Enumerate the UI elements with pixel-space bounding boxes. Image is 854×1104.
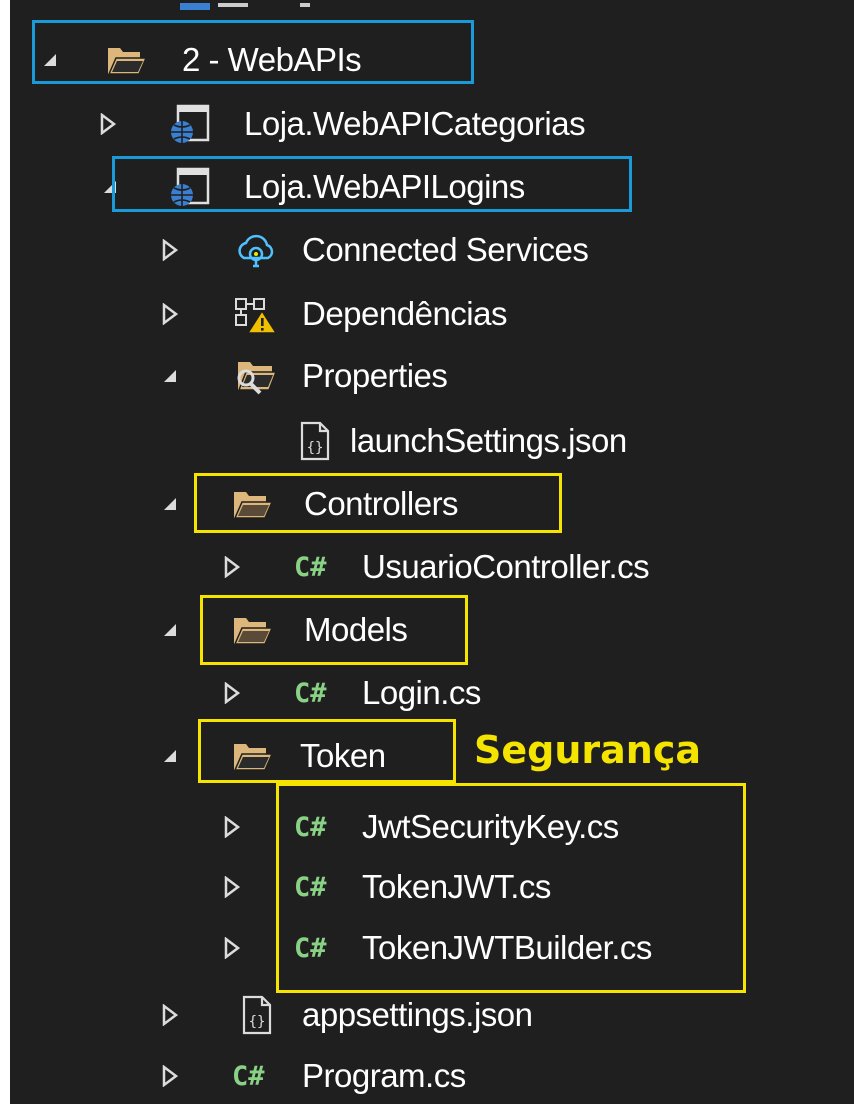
highlight-box-controllers xyxy=(194,473,562,533)
json-file-icon: {} xyxy=(238,985,274,1045)
tree-item-launch-settings[interactable]: {} launchSettings.json xyxy=(10,411,854,471)
highlight-box-webapis xyxy=(32,20,474,84)
partial-row xyxy=(170,0,370,10)
tree-item-appsettings[interactable]: {} appsettings.json xyxy=(10,985,854,1045)
collapsed-arrow-icon[interactable] xyxy=(224,918,240,978)
tree-item-label: appsettings.json xyxy=(302,996,533,1033)
collapsed-arrow-icon[interactable] xyxy=(224,797,240,857)
tree-item-label: Properties xyxy=(302,357,448,394)
collapsed-arrow-icon[interactable] xyxy=(100,94,116,154)
csharp-file-icon: C# xyxy=(294,677,327,709)
collapsed-arrow-icon[interactable] xyxy=(162,985,178,1045)
collapsed-arrow-icon[interactable] xyxy=(162,284,178,344)
collapsed-arrow-icon[interactable] xyxy=(224,857,240,917)
highlight-box-models xyxy=(200,595,468,665)
connected-services-icon xyxy=(234,220,278,280)
tree-item-usuario-controller[interactable]: C# UsuarioController.cs xyxy=(10,537,854,597)
tree-item-label: Connected Services xyxy=(302,231,589,268)
csharp-file-icon: C# xyxy=(232,1060,265,1092)
expanded-arrow-icon[interactable] xyxy=(162,346,178,406)
tree-item-label: Program.cs xyxy=(302,1057,466,1094)
svg-text:{}: {} xyxy=(307,440,324,456)
expanded-arrow-icon[interactable] xyxy=(162,474,178,534)
solution-explorer-tree: 2 - WebAPIs Loja.WebAPICategorias Loja.W… xyxy=(10,0,854,1104)
highlight-box-token xyxy=(198,719,456,783)
tree-item-project-categorias[interactable]: Loja.WebAPICategorias xyxy=(10,94,854,154)
tree-item-dependencias[interactable]: Dependências xyxy=(10,284,854,344)
tree-item-label: Login.cs xyxy=(362,674,481,711)
tree-item-label: Loja.WebAPICategorias xyxy=(244,105,586,142)
expanded-arrow-icon[interactable] xyxy=(162,726,178,786)
collapsed-arrow-icon[interactable] xyxy=(224,663,240,723)
tree-item-connected-services[interactable]: Connected Services xyxy=(10,220,854,280)
dependencies-warning-icon xyxy=(232,284,278,344)
highlight-box-project-logins xyxy=(112,156,632,212)
highlight-box-security-files xyxy=(276,783,746,993)
tree-item-program-cs[interactable]: C# Program.cs xyxy=(10,1046,854,1104)
security-annotation-label: Segurança xyxy=(474,728,701,772)
tree-item-label: UsuarioController.cs xyxy=(362,548,650,585)
json-file-icon: {} xyxy=(296,411,332,471)
collapsed-arrow-icon[interactable] xyxy=(162,1046,178,1104)
web-project-icon xyxy=(166,94,210,154)
tree-item-label: launchSettings.json xyxy=(350,422,627,459)
collapsed-arrow-icon[interactable] xyxy=(224,537,240,597)
properties-folder-icon xyxy=(232,346,278,406)
tree-item-label: Dependências xyxy=(302,295,508,332)
expanded-arrow-icon[interactable] xyxy=(162,600,178,660)
csharp-file-icon: C# xyxy=(294,551,327,583)
collapsed-arrow-icon[interactable] xyxy=(162,220,178,280)
svg-text:{}: {} xyxy=(249,1014,266,1030)
tree-item-properties[interactable]: Properties xyxy=(10,346,854,406)
tree-item-login-cs[interactable]: C# Login.cs xyxy=(10,663,854,723)
